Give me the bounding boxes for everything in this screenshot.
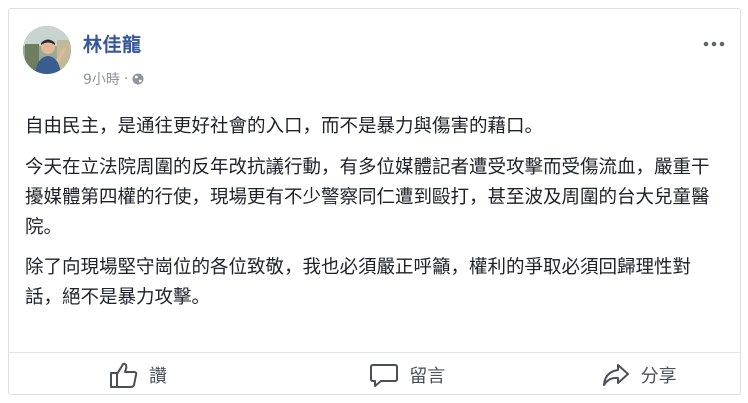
avatar[interactable]: [23, 26, 71, 74]
post-content: 自由民主，是通往更好社會的入口，而不是暴力與傷害的藉口。 今天在立法院周圍的反年…: [25, 112, 725, 323]
post-card: 林佳龍 9小時 · 自由民主，是通往更好社會的入口，而不是暴力與傷害的藉口。 今…: [8, 8, 741, 395]
more-dots-icon[interactable]: [701, 34, 727, 54]
comment-label: 留言: [409, 365, 446, 387]
share-arrow-icon: [602, 363, 629, 386]
comment-button[interactable]: 留言: [283, 353, 508, 396]
meta-separator: ·: [123, 71, 129, 87]
like-button[interactable]: 讚: [9, 353, 283, 396]
post-meta: 9小時 ·: [83, 69, 144, 89]
post-paragraph: 今天在立法院周圍的反年改抗議行動，有多位媒體記者遭受攻擊而受傷流血，嚴重干擾媒體…: [25, 157, 710, 238]
action-bar: 讚 留言 分享: [9, 352, 740, 396]
comment-bubble-icon: [370, 363, 399, 387]
post-paragraph: 自由民主，是通往更好社會的入口，而不是暴力與傷害的藉口。: [25, 116, 544, 137]
post-time[interactable]: 9小時: [83, 69, 120, 89]
post-header: 林佳龍 9小時 ·: [23, 26, 725, 89]
author-name[interactable]: 林佳龍: [83, 30, 142, 57]
post-paragraph: 除了向現場堅守崗位的各位致敬，我也必須嚴正呼籲，權利的爭取必須回歸理性對話，絕不…: [25, 257, 692, 308]
thumbs-up-icon: [110, 362, 138, 388]
globe-icon[interactable]: [132, 73, 144, 85]
like-label: 讚: [149, 365, 167, 387]
share-label: 分享: [640, 365, 677, 387]
share-button[interactable]: 分享: [509, 353, 740, 396]
profile-photo: [23, 26, 71, 74]
